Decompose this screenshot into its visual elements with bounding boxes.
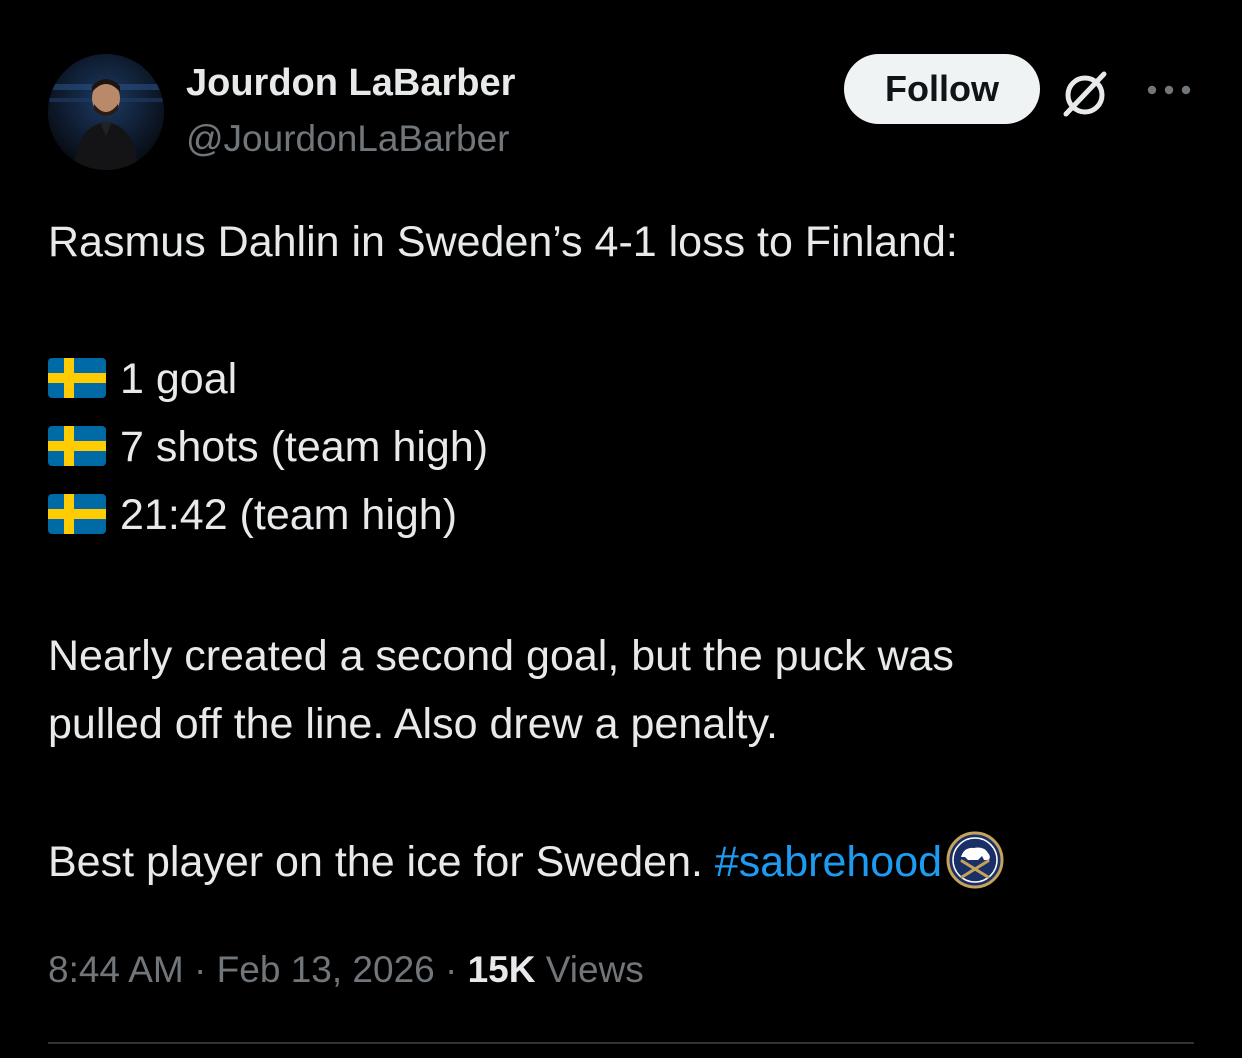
follow-button[interactable]: Follow xyxy=(844,54,1040,124)
views-label: Views xyxy=(535,949,644,990)
buffalo-sabres-logo-icon xyxy=(946,831,1004,889)
grok-icon[interactable] xyxy=(1058,66,1112,120)
closing-text: Best player on the ice for Sweden. xyxy=(48,838,715,886)
more-horizontal-icon[interactable] xyxy=(1146,80,1192,100)
meta-separator: · xyxy=(183,949,217,990)
meta-separator: · xyxy=(434,949,468,990)
author-handle[interactable]: @JourdonLaBarber xyxy=(186,116,509,162)
stat-line: 1 goal xyxy=(48,345,237,413)
tweet-time[interactable]: 8:44 AM xyxy=(48,949,184,990)
author-avatar[interactable] xyxy=(48,54,164,170)
author-name[interactable]: Jourdon LaBarber xyxy=(186,60,515,106)
tweet: Jourdon LaBarber @JourdonLaBarber Follow… xyxy=(0,0,1242,1058)
hashtag-link[interactable]: #sabrehood xyxy=(715,838,942,886)
tweet-intro: Rasmus Dahlin in Sweden’s 4-1 loss to Fi… xyxy=(48,218,958,266)
stat-text: 1 goal xyxy=(120,355,238,403)
stat-text: 7 shots (team high) xyxy=(120,423,489,471)
sweden-flag-icon xyxy=(48,493,106,534)
divider xyxy=(48,1042,1194,1044)
tweet-meta: 8:44 AM · Feb 13, 2026 · 15K Views xyxy=(48,944,644,996)
tweet-paragraph-line: Nearly created a second goal, but the pu… xyxy=(48,632,954,680)
stat-line: 7 shots (team high) xyxy=(48,413,488,481)
views-count[interactable]: 15K xyxy=(468,949,536,990)
stat-text: 21:42 (team high) xyxy=(120,491,458,539)
sweden-flag-icon xyxy=(48,357,106,398)
tweet-date[interactable]: Feb 13, 2026 xyxy=(217,949,435,990)
tweet-paragraph-line: pulled off the line. Also drew a penalty… xyxy=(48,700,778,748)
tweet-closing: Best player on the ice for Sweden. #sabr… xyxy=(48,828,1004,896)
stat-line: 21:42 (team high) xyxy=(48,481,457,549)
sweden-flag-icon xyxy=(48,425,106,466)
